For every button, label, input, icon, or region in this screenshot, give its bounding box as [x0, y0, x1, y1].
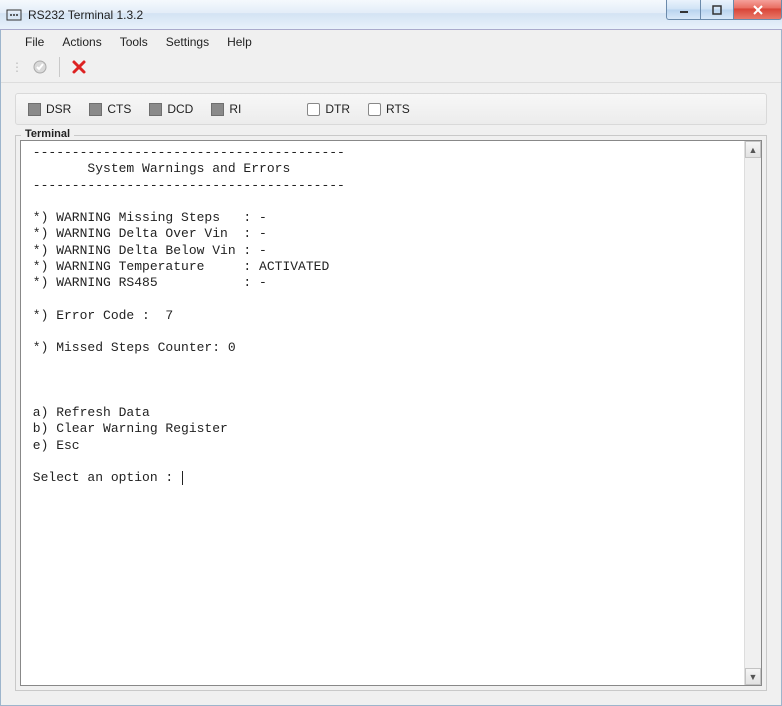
signal-dcd: DCD — [149, 102, 193, 116]
window-controls — [666, 0, 782, 29]
text-cursor-icon — [182, 471, 183, 485]
maximize-button[interactable] — [700, 0, 734, 20]
toolbar-divider — [59, 57, 60, 77]
signal-rts[interactable]: RTS — [368, 102, 410, 116]
scroll-down-button[interactable]: ▼ — [745, 668, 761, 685]
terminal-scrollbar[interactable]: ▲ ▼ — [744, 141, 761, 685]
client-area: File Actions Tools Settings Help ⋮ — [0, 30, 782, 706]
titlebar[interactable]: RS232 Terminal 1.3.2 — [0, 0, 782, 30]
terminal-text: ----------------------------------------… — [25, 145, 345, 485]
checkbox-icon[interactable] — [307, 103, 320, 116]
close-button[interactable] — [734, 0, 782, 20]
menubar: File Actions Tools Settings Help — [1, 30, 781, 54]
menu-actions[interactable]: Actions — [54, 33, 109, 51]
signal-ri: RI — [211, 102, 241, 116]
signal-cts-label: CTS — [107, 102, 131, 116]
led-icon — [149, 103, 162, 116]
terminal-frame: ----------------------------------------… — [20, 140, 762, 686]
terminal-group-label: Terminal — [21, 128, 74, 140]
disconnect-button[interactable] — [68, 56, 90, 78]
checkbox-icon[interactable] — [368, 103, 381, 116]
led-icon — [28, 103, 41, 116]
app-window: RS232 Terminal 1.3.2 File Actions Tools … — [0, 0, 782, 706]
minimize-button[interactable] — [666, 0, 700, 20]
connect-button[interactable] — [29, 56, 51, 78]
led-icon — [211, 103, 224, 116]
signal-panel: DSR CTS DCD RI DTR — [15, 93, 767, 125]
signal-cts: CTS — [89, 102, 131, 116]
toolbar: ⋮ — [1, 54, 781, 83]
menu-file[interactable]: File — [17, 33, 52, 51]
toolbar-grip-icon: ⋮ — [11, 60, 23, 74]
app-icon — [6, 7, 22, 23]
signal-dtr[interactable]: DTR — [307, 102, 350, 116]
terminal-output[interactable]: ----------------------------------------… — [21, 141, 744, 685]
terminal-group: Terminal -------------------------------… — [15, 135, 767, 691]
menu-help[interactable]: Help — [219, 33, 260, 51]
signal-rts-label: RTS — [386, 102, 410, 116]
menu-settings[interactable]: Settings — [158, 33, 217, 51]
menu-tools[interactable]: Tools — [112, 33, 156, 51]
signal-dcd-label: DCD — [167, 102, 193, 116]
scroll-up-button[interactable]: ▲ — [745, 141, 761, 158]
signal-dtr-label: DTR — [325, 102, 350, 116]
content-area: DSR CTS DCD RI DTR — [1, 83, 781, 705]
led-icon — [89, 103, 102, 116]
window-title: RS232 Terminal 1.3.2 — [28, 8, 666, 22]
signal-dsr-label: DSR — [46, 102, 71, 116]
signal-ri-label: RI — [229, 102, 241, 116]
signal-dsr: DSR — [28, 102, 71, 116]
